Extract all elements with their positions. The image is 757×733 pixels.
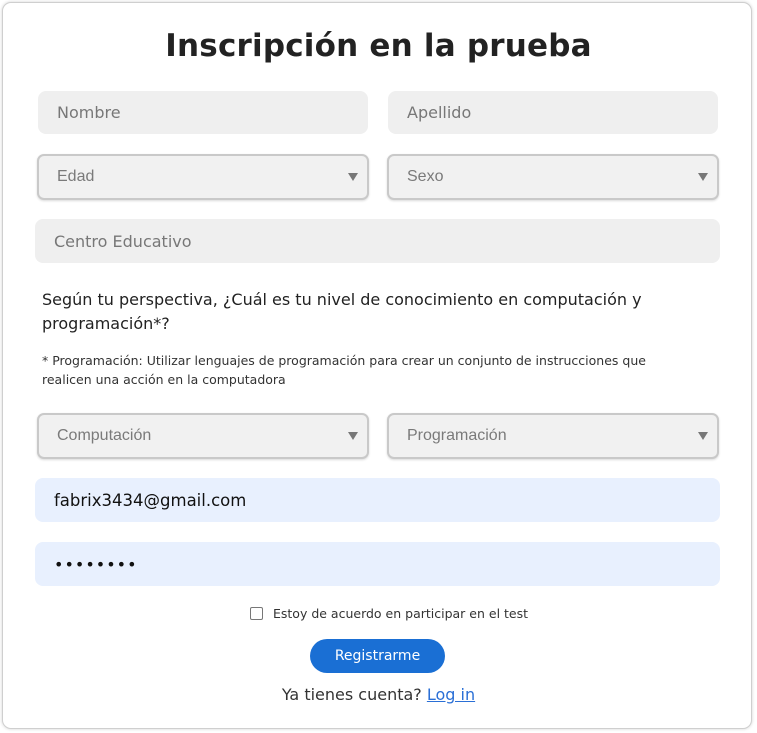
password-field[interactable]: •••••••• [35, 542, 720, 586]
consent-checkbox[interactable] [250, 606, 263, 620]
login-prompt-row: Ya tienes cuenta? Log in [0, 683, 757, 707]
edad-select-value: Edad [57, 168, 95, 185]
chevron-down-icon [698, 173, 708, 181]
computacion-select[interactable]: Computación [37, 413, 369, 459]
consent-row: Estoy de acuerdo en participar en el tes… [250, 604, 528, 622]
sexo-select[interactable]: Sexo [387, 154, 719, 200]
register-button[interactable]: Registrarme [310, 639, 445, 673]
consent-label: Estoy de acuerdo en participar en el tes… [273, 605, 529, 621]
knowledge-question: Según tu perspectiva, ¿Cuál es tu nivel … [42, 290, 642, 333]
computacion-select-value: Computación [57, 427, 152, 444]
edad-select[interactable]: Edad [37, 154, 369, 200]
chevron-down-icon [348, 173, 358, 181]
login-link[interactable]: Log in [427, 685, 475, 704]
centro-educativo-input[interactable]: Centro Educativo [35, 219, 720, 263]
page-title: Inscripción en la prueba [165, 28, 592, 64]
chevron-down-icon [348, 432, 358, 440]
programming-note: * Programación: Utilizar lenguajes de pr… [42, 353, 646, 387]
sexo-select-value: Sexo [407, 168, 444, 185]
nombre-input[interactable]: Nombre [38, 91, 368, 134]
programacion-select-value: Programación [407, 427, 507, 444]
programacion-select[interactable]: Programación [387, 413, 719, 459]
chevron-down-icon [698, 432, 708, 440]
email-field[interactable]: fabrix3434@gmail.com [35, 478, 720, 522]
apellido-input[interactable]: Apellido [388, 91, 718, 134]
login-prompt: Ya tienes cuenta? [281, 685, 422, 704]
